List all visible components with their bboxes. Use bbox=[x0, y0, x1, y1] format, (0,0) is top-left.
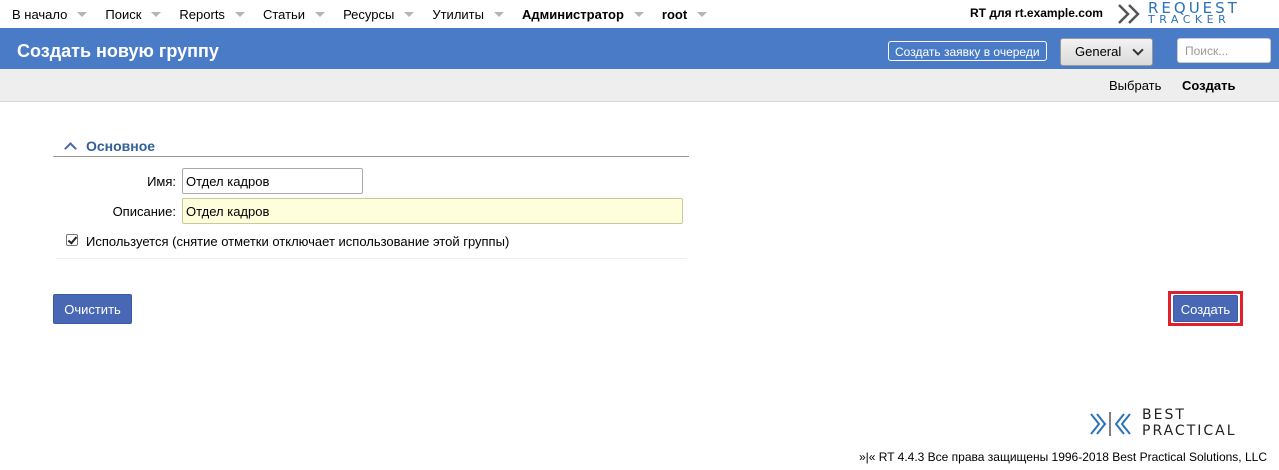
menu-item-user[interactable]: root bbox=[650, 0, 713, 28]
caret-down-icon bbox=[151, 11, 162, 17]
menu-item-label: Утилиты bbox=[432, 6, 484, 22]
description-field[interactable] bbox=[182, 198, 683, 224]
footer-copyright: »|« RT 4.4.3 Все права защищены 1996-201… bbox=[858, 450, 1267, 464]
reset-button[interactable]: Очистить bbox=[53, 294, 132, 324]
caret-down-icon bbox=[697, 11, 708, 17]
divider bbox=[56, 258, 687, 259]
rt-chevrons-icon bbox=[1118, 4, 1140, 24]
caret-down-icon bbox=[77, 11, 88, 17]
queue-select-value: General bbox=[1075, 44, 1122, 59]
create-button-highlight: Создать bbox=[1168, 291, 1243, 326]
menu-item-label: Поиск bbox=[105, 6, 142, 22]
site-name: RT для rt.example.com bbox=[970, 6, 1103, 20]
page-menu-create[interactable]: Создать bbox=[1182, 78, 1235, 93]
best-practical-chevrons-icon bbox=[1090, 412, 1131, 436]
caret-down-icon bbox=[493, 11, 504, 17]
caret-down-icon bbox=[633, 11, 644, 17]
menu-item-articles[interactable]: Статьи bbox=[251, 0, 331, 28]
logo-line-2: TRACKER bbox=[1148, 13, 1231, 26]
menu-item-reports[interactable]: Reports bbox=[167, 0, 251, 28]
description-label: Описание: bbox=[112, 204, 176, 219]
basics-section: Основное bbox=[53, 136, 689, 157]
page-title: Создать новую группу bbox=[17, 41, 219, 61]
queue-select[interactable]: General bbox=[1060, 38, 1153, 66]
logo-line-2: PRACTICAL bbox=[1142, 423, 1237, 439]
logo-line-1: BEST bbox=[1142, 407, 1186, 423]
top-navigation-bar: В начало Поиск Reports Статьи Ресурсы Ут… bbox=[0, 0, 1279, 28]
name-field[interactable] bbox=[182, 168, 363, 194]
enabled-checkbox[interactable] bbox=[66, 234, 78, 246]
menu-item-label: Статьи bbox=[262, 6, 306, 22]
chevron-down-icon bbox=[1132, 44, 1144, 56]
page-header: Создать новую группу Создать заявку в оч… bbox=[0, 28, 1279, 69]
best-practical-logo[interactable]: BEST PRACTICAL bbox=[1088, 407, 1268, 443]
create-ticket-in-queue-button[interactable]: Создать заявку в очереди bbox=[888, 41, 1047, 61]
enabled-checkbox-label[interactable]: Используется (снятие отметки отключает и… bbox=[86, 234, 509, 249]
menu-item-label: Ресурсы bbox=[343, 6, 395, 22]
caret-down-icon bbox=[315, 11, 326, 17]
caret-down-icon bbox=[404, 11, 415, 17]
section-title: Основное bbox=[86, 138, 156, 154]
page-menu: Выбрать Создать bbox=[0, 69, 1279, 102]
search-input[interactable] bbox=[1177, 38, 1271, 63]
create-button[interactable]: Создать bbox=[1173, 295, 1238, 322]
menu-item-label: В начало bbox=[12, 6, 68, 22]
menu-item-tools[interactable]: Утилиты bbox=[420, 0, 510, 28]
collapse-chevron-up-icon[interactable] bbox=[64, 142, 77, 155]
section-header[interactable]: Основное bbox=[53, 136, 689, 157]
page-menu-select[interactable]: Выбрать bbox=[1109, 78, 1161, 93]
menu-item-label: root bbox=[661, 6, 688, 22]
menu-item-search[interactable]: Поиск bbox=[93, 0, 167, 28]
menu-item-admin[interactable]: Администратор bbox=[510, 0, 650, 28]
name-label: Имя: bbox=[147, 174, 176, 189]
menu-item-home[interactable]: В начало bbox=[0, 0, 93, 28]
main-menu: В начало Поиск Reports Статьи Ресурсы Ут… bbox=[0, 0, 713, 28]
menu-item-label: Reports bbox=[179, 6, 225, 22]
caret-down-icon bbox=[234, 11, 245, 17]
request-tracker-logo[interactable]: REQUEST TRACKER bbox=[1117, 0, 1277, 27]
menu-item-assets[interactable]: Ресурсы bbox=[331, 0, 420, 28]
menu-item-label: Администратор bbox=[521, 6, 624, 22]
